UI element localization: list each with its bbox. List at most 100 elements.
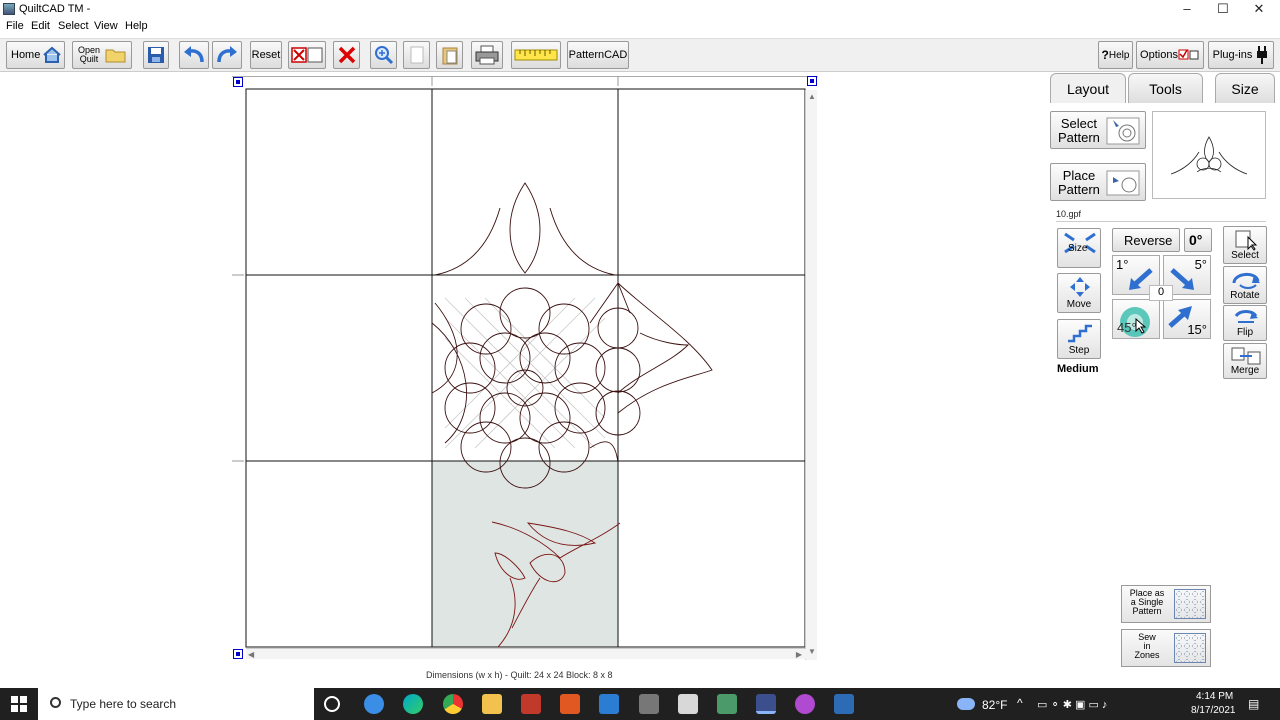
scroll-up-arrow-icon[interactable]: ▲ [808, 92, 816, 101]
tab-layout[interactable]: Layout [1050, 73, 1126, 103]
select-button[interactable]: Select [1223, 226, 1267, 264]
quilt-stitch-pattern[interactable] [431, 182, 713, 489]
start-button[interactable] [0, 688, 38, 720]
save-button[interactable] [143, 41, 169, 69]
plug-icon [1257, 46, 1268, 64]
merge-icon [1231, 347, 1261, 365]
patterncad-button[interactable]: PatternCAD [567, 41, 629, 69]
rotate-label: Rotate [1230, 290, 1260, 301]
size-button[interactable]: Size [1057, 228, 1101, 268]
windows-taskbar: Type here to search 82°F ^ ▭ ⚬ ✱ ▣ ▭ ♪ 4… [0, 688, 1280, 720]
dimensions-status: Dimensions (w x h) - Quilt: 24 x 24 Bloc… [426, 670, 613, 680]
tray-chevron-icon[interactable]: ^ [1017, 696, 1023, 710]
options-button[interactable]: Options [1136, 41, 1204, 69]
question-icon: ? [1101, 48, 1109, 62]
select-pattern-button[interactable]: Select Pattern [1050, 111, 1146, 149]
plugins-button[interactable]: Plug-ins [1208, 41, 1274, 69]
select-cursor-icon [1235, 230, 1258, 251]
quiltcad-taskbar-icon[interactable] [756, 694, 776, 714]
help-button[interactable]: ? Help [1098, 41, 1133, 69]
ruler-ticks [232, 76, 619, 462]
redo-button[interactable] [212, 41, 242, 69]
tab-size[interactable]: Size [1215, 73, 1275, 103]
timer-app-icon[interactable] [364, 694, 384, 714]
taskbar-search[interactable]: Type here to search [38, 688, 314, 720]
install-app-icon[interactable] [834, 694, 854, 714]
undo-button[interactable] [179, 41, 209, 69]
tray-icons[interactable]: ▭ ⚬ ✱ ▣ ▭ ♪ [1037, 698, 1107, 711]
reset-label: Reset [251, 49, 281, 61]
rotate-button[interactable]: Rotate [1223, 266, 1267, 304]
edge-icon[interactable] [403, 694, 423, 714]
open-quilt-button[interactable]: Open Quilt [72, 41, 132, 69]
rotate-icon [1232, 273, 1260, 289]
rotate-15-label: 15° [1187, 322, 1207, 337]
close-button[interactable]: ✕ [1241, 0, 1277, 18]
quilt-app-icon[interactable] [678, 694, 698, 714]
clock-date: 8/17/2021 [1191, 705, 1236, 716]
move-arrows-icon [1070, 277, 1090, 297]
calculator-icon[interactable] [639, 694, 659, 714]
delete-button[interactable] [333, 41, 360, 69]
selected-block[interactable] [432, 461, 618, 647]
copy-icon [410, 46, 423, 64]
weather-icon[interactable] [957, 698, 975, 710]
merge-button[interactable]: Merge [1223, 343, 1267, 379]
ruler-button[interactable] [511, 41, 561, 69]
scroll-left-arrow-icon[interactable]: ◀ [248, 650, 254, 659]
maximize-button[interactable]: ☐ [1205, 0, 1241, 18]
select-pattern-icon [1106, 117, 1140, 145]
image-app-icon[interactable] [717, 694, 737, 714]
home-button[interactable]: Home [6, 41, 65, 69]
tab-tools[interactable]: Tools [1128, 73, 1203, 103]
horizontal-scrollbar[interactable]: ◀ ▶ [246, 648, 806, 659]
menu-select[interactable]: Select [58, 20, 89, 32]
reset-button[interactable]: Reset [250, 41, 282, 69]
size-label: Size [1068, 243, 1088, 254]
sew-in-zones-button[interactable]: Sew in Zones [1121, 629, 1211, 667]
minimize-button[interactable]: – [1169, 0, 1205, 18]
step-button[interactable]: Step [1057, 319, 1101, 359]
rotate-15-button[interactable]: 15° [1163, 299, 1211, 339]
rotate-45-label: 45° [1117, 320, 1137, 335]
menu-help[interactable]: Help [125, 20, 148, 32]
file-explorer-icon[interactable] [482, 694, 502, 714]
quilt-canvas[interactable] [0, 73, 1048, 687]
chrome-icon[interactable] [443, 694, 463, 714]
paste-icon [442, 47, 457, 65]
place-as-single-pattern-button[interactable]: Place as a Single Pattern [1121, 585, 1211, 623]
reverse-button[interactable]: Reverse [1112, 228, 1180, 252]
quiltcad-window: QuiltCAD TM - – ☐ ✕ File Edit Select Vie… [0, 0, 1280, 720]
move-button[interactable]: Move [1057, 273, 1101, 313]
pattern-thumbnail [1170, 136, 1248, 175]
flower-app-icon[interactable] [795, 694, 815, 714]
office-icon[interactable] [521, 694, 541, 714]
cortana-icon[interactable] [324, 696, 340, 712]
vertical-scrollbar[interactable]: ▲ ▼ [805, 90, 817, 660]
scroll-right-arrow-icon[interactable]: ▶ [796, 650, 802, 659]
menu-file[interactable]: File [6, 20, 24, 32]
menu-view[interactable]: View [94, 20, 118, 32]
select-label: Select [1231, 250, 1259, 261]
rotate-45-button[interactable]: 45° [1112, 299, 1160, 339]
angle-zero-button[interactable]: 0° [1184, 228, 1212, 252]
clear-selection-button[interactable] [288, 41, 326, 69]
menu-edit[interactable]: Edit [31, 20, 50, 32]
zoom-button[interactable] [370, 41, 397, 69]
quilt-workspace[interactable]: ▲ ▼ ◀ ▶ [0, 73, 1048, 687]
scroll-down-arrow-icon[interactable]: ▼ [808, 647, 816, 656]
quilt-zones-icon [1174, 633, 1206, 663]
flip-button[interactable]: Flip [1223, 305, 1267, 341]
acrobat-icon[interactable] [560, 694, 580, 714]
printer-icon [475, 45, 499, 65]
open-quilt-label: Open Quilt [78, 45, 101, 64]
rotation-value-field[interactable]: 0 [1149, 285, 1173, 301]
notification-icon[interactable]: ▤ [1248, 697, 1259, 711]
layout-panel: Layout Tools Size Select Pattern Place Pat… [1048, 73, 1280, 687]
place-pattern-button[interactable]: Place Pattern [1050, 163, 1146, 201]
stairs-icon [1068, 324, 1092, 343]
word-icon[interactable] [599, 694, 619, 714]
print-button[interactable] [471, 41, 503, 69]
paste-button[interactable] [436, 41, 463, 69]
copy-button[interactable] [403, 41, 430, 69]
